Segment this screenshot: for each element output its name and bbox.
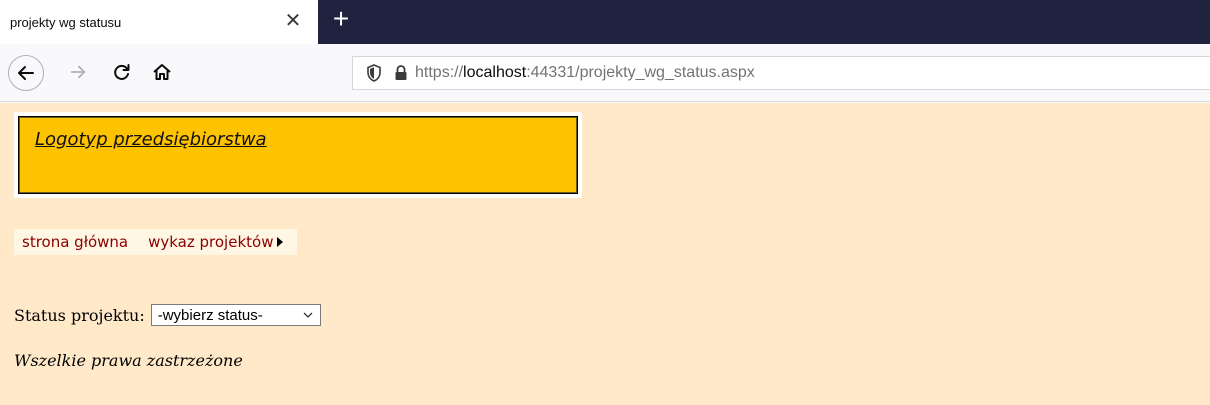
new-tab-button[interactable]: +	[328, 5, 354, 35]
status-row: Status projektu: -wybierz status-	[14, 304, 321, 326]
arrow-right-icon	[70, 65, 86, 79]
reload-button[interactable]	[108, 58, 136, 86]
url-host: localhost	[463, 64, 527, 81]
reload-icon	[114, 64, 130, 80]
close-tab-icon[interactable]: ✕	[282, 10, 304, 32]
lock-icon[interactable]	[393, 64, 409, 82]
url-scheme: https://	[415, 64, 464, 81]
logo-box: Logotyp przedsiębiorstwa	[18, 116, 578, 194]
submenu-arrow-icon[interactable]	[277, 237, 284, 247]
logo-link[interactable]: Logotyp przedsiębiorstwa	[35, 129, 267, 150]
footer-text: Wszelkie prawa zastrzeżone	[14, 351, 243, 370]
tab-strip: projekty wg statusu ✕ +	[0, 0, 1210, 44]
page-content: Logotyp przedsiębiorstwa strona główna w…	[0, 103, 1210, 405]
status-select[interactable]: -wybierz status-	[150, 304, 321, 326]
menu-item-home[interactable]: strona główna	[22, 233, 128, 251]
logo-frame: Logotyp przedsiębiorstwa	[14, 112, 582, 198]
chevron-down-icon	[303, 312, 313, 318]
tab-title: projekty wg statusu	[10, 14, 122, 30]
navigation-bar: https://localhost:44331/projekty_wg_stat…	[0, 44, 1210, 102]
forward-button[interactable]	[64, 58, 92, 86]
url-text[interactable]: https://localhost:44331/projekty_wg_stat…	[415, 64, 755, 82]
status-select-value: -wybierz status-	[157, 306, 263, 324]
arrow-left-icon	[18, 66, 34, 80]
url-path: :44331/projekty_wg_status.aspx	[526, 64, 755, 81]
browser-tab[interactable]: projekty wg statusu ✕	[0, 0, 318, 44]
url-bar[interactable]: https://localhost:44331/projekty_wg_stat…	[352, 56, 1210, 90]
status-label: Status projektu:	[14, 305, 145, 325]
home-icon	[153, 64, 171, 80]
menu-item-projects[interactable]: wykaz projektów	[148, 233, 273, 251]
home-button[interactable]	[148, 58, 176, 86]
shield-icon[interactable]	[365, 64, 383, 82]
main-menu: strona główna wykaz projektów	[14, 229, 298, 255]
back-button[interactable]	[8, 55, 44, 91]
